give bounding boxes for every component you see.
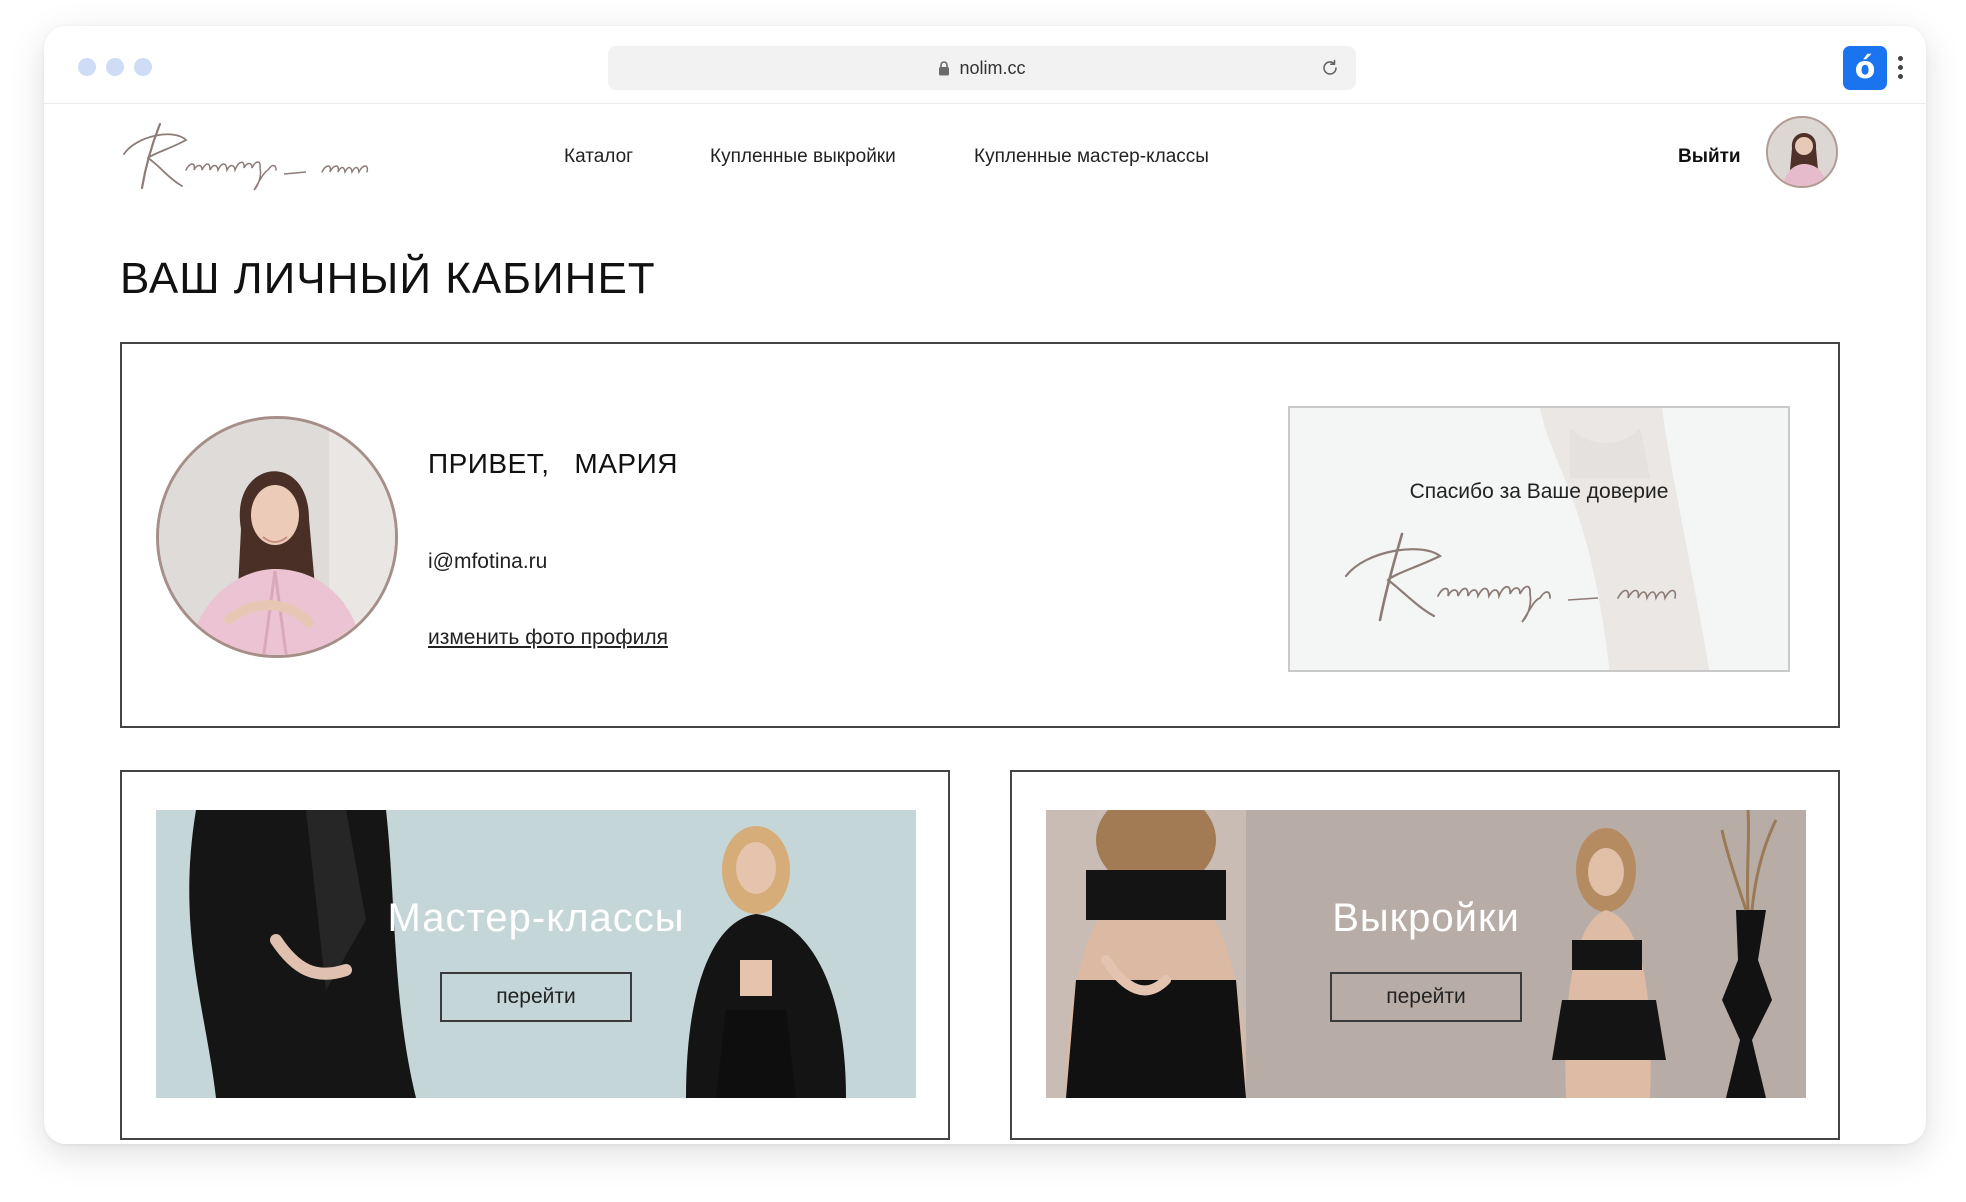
patterns-card: Выкройки перейти [1010,770,1840,1140]
masterclasses-go-button[interactable]: перейти [440,972,632,1022]
patterns-banner[interactable]: Выкройки перейти [1046,810,1806,1098]
site-header: Каталог Купленные выкройки Купленные мас… [44,104,1926,214]
window-controls [78,58,152,76]
extension-icon[interactable]: ó [1843,46,1887,90]
thanks-logo [1344,532,1677,623]
profile-email: i@mfotina.ru [428,550,548,573]
patterns-banner-image [1046,810,1806,1098]
close-window-button[interactable] [78,58,96,76]
maximize-window-button[interactable] [134,58,152,76]
minimize-window-button[interactable] [106,58,124,76]
logo[interactable] [116,114,416,194]
user-avatar[interactable] [1766,116,1838,188]
profile-card: ПРИВЕТ, МАРИЯ i@mfotina.ru изменить фото… [120,342,1840,728]
masterclasses-card: Мастер-классы перейти [120,770,950,1140]
url-text: nolim.cc [959,57,1026,78]
masterclasses-banner[interactable]: Мастер-классы перейти [156,810,916,1098]
thanks-text: Спасибо за Ваше доверие [1409,480,1669,503]
profile-photo-image [159,419,395,655]
logout-link[interactable]: Выйти [1678,146,1741,168]
browser-toolbar: nolim.cc ó [44,26,1926,104]
thanks-banner: Спасибо за Ваше доверие [1288,406,1790,672]
page-title: ВАШ ЛИЧНЫЙ КАБИНЕТ [120,254,656,303]
address-bar[interactable]: nolim.cc [608,46,1356,90]
patterns-go-button[interactable]: перейти [1330,972,1522,1022]
browser-window: nolim.cc ó Каталог Купленные выкройки Ку… [44,26,1926,1144]
greeting: ПРИВЕТ, МАРИЯ [428,448,678,479]
nav-purchased-masterclasses[interactable]: Купленные мастер-классы [974,146,1209,168]
profile-photo [156,416,398,658]
reload-icon[interactable] [1320,58,1340,78]
lock-icon [939,60,950,75]
more-menu-icon[interactable] [1898,56,1904,80]
nav-purchased-patterns[interactable]: Купленные выкройки [710,146,896,168]
change-photo-link[interactable]: изменить фото профиля [428,626,668,650]
avatar-photo [1768,118,1836,186]
masterclasses-title: Мастер-классы [387,896,685,940]
patterns-title: Выкройки [1332,896,1520,940]
masterclasses-banner-image [156,810,916,1098]
nav-catalog[interactable]: Каталог [564,146,633,168]
